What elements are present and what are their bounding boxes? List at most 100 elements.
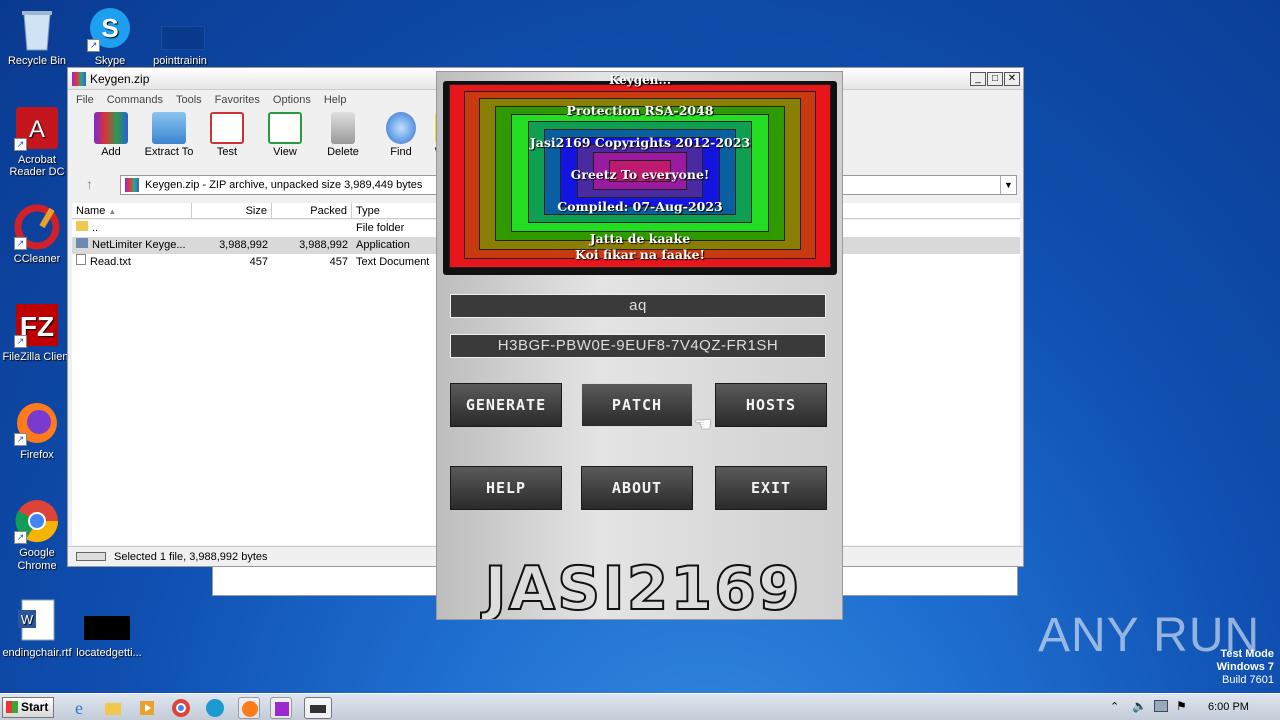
display-line-koi: Koi fikar na faake! [574,247,706,262]
view-button[interactable]: View [256,110,314,160]
text-file-icon [76,254,86,265]
desktop-icon-endingchair[interactable]: W endingchair.rtf [0,598,74,659]
column-packed[interactable]: Packed [272,203,352,218]
ccleaner-icon: ↗ [14,204,60,250]
hosts-button[interactable]: HOSTS [715,383,827,427]
word-document-icon: W [14,598,60,644]
speaker-icon[interactable]: 🔈 [1132,699,1147,713]
book-icon [268,112,302,144]
up-arrow-icon[interactable]: ↑ [86,176,93,192]
trash-icon [331,112,355,144]
menu-commands[interactable]: Commands [107,94,163,106]
display-line-top: Keygen... [608,73,672,87]
maximize-button[interactable]: □ [987,71,1003,86]
svg-text:A: A [29,116,45,143]
media-player-icon[interactable] [136,697,158,719]
help-button[interactable]: HELP [450,466,562,510]
taskbar: Start e ⌃ 🔈 ⚑ 6:00 PM [0,693,1280,720]
windows-logo-icon [6,701,18,713]
shortcut-arrow-icon: ↗ [14,237,27,250]
firefox-taskbar-icon[interactable] [238,697,260,719]
recycle-bin-icon [14,6,60,52]
desktop-icon-label: pointtrainin [153,55,207,67]
firefox-icon: ↗ [14,400,60,446]
desktop-icon-chrome[interactable]: ↗ Google Chrome [0,498,74,573]
shortcut-arrow-icon: ↗ [14,531,27,544]
about-button[interactable]: ABOUT [581,466,693,510]
desktop-icon-acrobat[interactable]: A ↗ Acrobat Reader DC [0,105,74,178]
flag-icon[interactable]: ⚑ [1176,699,1187,713]
patch-button[interactable]: PATCH [581,383,693,427]
generate-button[interactable]: GENERATE [450,383,562,427]
chrome-icon: ↗ [14,498,60,544]
explorer-icon[interactable] [102,697,124,719]
keygen-taskbar-icon[interactable] [304,697,332,719]
desktop-icon-label: Recycle Bin [7,55,67,67]
desktop-icon-label: locatedgetti... [76,647,142,659]
display-line-greetz: Greetz To everyone! [570,167,710,182]
application-icon [76,238,88,248]
edge-icon[interactable] [204,697,226,719]
menu-options[interactable]: Options [273,94,311,106]
keygen-window: Keygen... Protection RSA-2048 Jasi2169 C… [436,71,843,620]
desktop-icon-label: FileZilla Client [2,351,72,363]
name-input[interactable]: aq [450,294,826,318]
test-mode-notice: Test Mode Windows 7 Build 7601 [1216,648,1274,686]
shortcut-arrow-icon: ↗ [14,335,27,348]
folder-icon [152,112,186,144]
winrar-taskbar-icon[interactable] [270,697,292,719]
clock[interactable]: 6:00 PM [1208,701,1249,713]
document-icon [157,6,205,52]
window-title: Keygen.zip [90,71,150,86]
desktop-icon-locatedgetti[interactable]: locatedgetti... [72,598,146,659]
show-hidden-icons[interactable]: ⌃ [1110,700,1119,713]
acrobat-icon: A ↗ [14,105,60,151]
desktop-icon-skype[interactable]: S ↗ Skype [73,6,147,67]
minimize-button[interactable]: _ [970,71,986,86]
filezilla-icon: FZ ↗ [14,302,60,348]
ie-icon[interactable]: e [68,697,90,719]
dropdown-arrow-icon[interactable]: ▼ [1000,176,1016,194]
exit-button[interactable]: EXIT [715,466,827,510]
chrome-taskbar-icon[interactable] [170,697,192,719]
desktop-icon-filezilla[interactable]: FZ ↗ FileZilla Client [0,302,74,363]
winrar-app-icon [72,71,86,86]
menu-help[interactable]: Help [324,94,347,106]
column-size[interactable]: Size [192,203,272,218]
start-button[interactable]: Start [2,697,54,718]
address-text: Keygen.zip - ZIP archive, unpacked size … [145,179,423,191]
status-text: Selected 1 file, 3,988,992 bytes [114,550,268,563]
clipboard-check-icon [210,112,244,144]
svg-text:S: S [101,13,118,43]
menu-tools[interactable]: Tools [176,94,202,106]
desktop-icon-label: Firefox [20,449,54,461]
shortcut-arrow-icon: ↗ [87,39,100,52]
shortcut-arrow-icon: ↗ [14,433,27,446]
folder-icon [76,221,88,231]
delete-button[interactable]: Delete [314,110,372,160]
keygen-logo: JASI2169 [483,554,802,620]
display-line-copyright: Jasi2169 Copyrights 2012-2023 [529,135,751,150]
desktop-icon-recycle-bin[interactable]: Recycle Bin [0,6,74,67]
menu-favorites[interactable]: Favorites [215,94,260,106]
serial-output[interactable]: H3BGF-PBW0E-9EUF8-7V4QZ-FR1SH [450,334,826,358]
svg-text:W: W [21,612,34,627]
desktop-icon-firefox[interactable]: ↗ Firefox [0,400,74,461]
hand-cursor-icon: ☚ [694,414,712,436]
extract-to-button[interactable]: Extract To [140,110,198,160]
find-button[interactable]: Find [372,110,430,160]
test-button[interactable]: Test [198,110,256,160]
desktop-icon-label: endingchair.rtf [2,647,72,659]
add-archive-icon [94,112,128,144]
keygen-display: Keygen... Protection RSA-2048 Jasi2169 C… [443,73,837,275]
shortcut-arrow-icon: ↗ [14,138,27,151]
close-button[interactable]: ✕ [1004,71,1020,86]
add-button[interactable]: Add [82,110,140,160]
desktop-icon-ccleaner[interactable]: ↗ CCleaner [0,204,74,265]
column-name[interactable]: Name ▲ [72,203,192,218]
network-icon[interactable] [1154,700,1168,712]
desktop-icon-pointtrainin[interactable]: pointtrainin [143,6,217,67]
desktop-icon-label: Google Chrome [17,547,57,572]
menu-file[interactable]: File [76,94,94,106]
sort-arrow-icon: ▲ [108,207,117,216]
